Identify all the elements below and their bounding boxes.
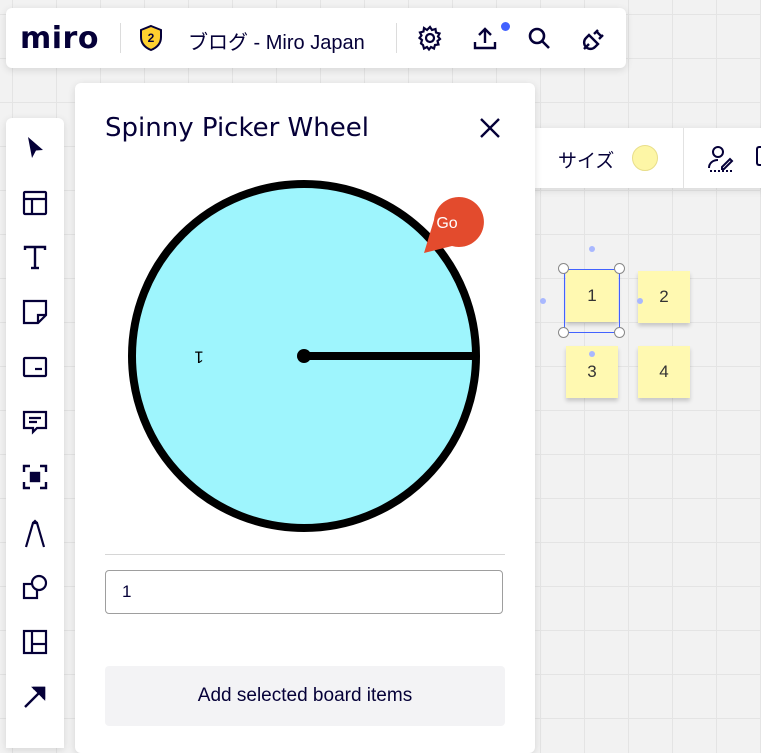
- divider: [396, 23, 397, 53]
- close-icon: [480, 118, 500, 138]
- divider: [120, 23, 121, 53]
- top-bar: miro 2 ブログ - Miro Japan: [6, 8, 626, 68]
- go-button[interactable]: Go: [424, 196, 484, 253]
- resize-handle-bottom-left[interactable]: [558, 327, 569, 338]
- close-button[interactable]: [475, 113, 505, 143]
- shapes-icon[interactable]: [20, 572, 50, 602]
- sticky-note[interactable]: 2: [638, 271, 690, 323]
- picker-panel: Spinny Picker Wheel 1 Go Add selected bo…: [75, 83, 535, 753]
- board-title[interactable]: ブログ - Miro Japan: [188, 26, 365, 55]
- frame-icon[interactable]: [20, 462, 50, 492]
- card-icon[interactable]: [20, 352, 50, 382]
- cursor-icon[interactable]: [20, 133, 50, 163]
- color-swatch[interactable]: [632, 145, 658, 171]
- comment-icon[interactable]: [20, 407, 50, 437]
- resize-handle-top-left[interactable]: [558, 263, 569, 274]
- wheel-hub: [297, 349, 311, 363]
- template-icon[interactable]: [20, 188, 50, 218]
- notification-dot: [501, 22, 510, 31]
- plan-badge-number: 2: [148, 31, 155, 45]
- sticky-text: 3: [587, 362, 597, 381]
- sticky-note[interactable]: 4: [638, 346, 690, 398]
- context-toolbar: サイズ: [530, 128, 761, 188]
- plug-icon[interactable]: [580, 23, 610, 53]
- connector-dot-right[interactable]: [637, 298, 643, 304]
- divider: [683, 128, 684, 188]
- resize-handle-top-right[interactable]: [614, 263, 625, 274]
- sticky-text: 1: [587, 286, 597, 305]
- gear-icon[interactable]: [415, 23, 445, 53]
- sticky-note-icon[interactable]: [20, 297, 50, 327]
- resize-handle-bottom-right[interactable]: [614, 327, 625, 338]
- shield-badge-icon[interactable]: 2: [136, 23, 166, 53]
- item-input[interactable]: [105, 570, 503, 614]
- panel-title: Spinny Picker Wheel: [105, 113, 369, 143]
- connector-dot-bottom[interactable]: [589, 351, 595, 357]
- pen-icon[interactable]: [20, 519, 50, 549]
- sticky-text: 2: [659, 287, 669, 306]
- miro-logo[interactable]: miro: [20, 21, 99, 56]
- sticky-note[interactable]: 1: [566, 270, 618, 322]
- add-selected-items-button[interactable]: Add selected board items: [105, 666, 505, 726]
- arrow-icon[interactable]: [20, 682, 50, 712]
- connector-dot-left[interactable]: [540, 298, 546, 304]
- upload-icon[interactable]: [470, 23, 500, 53]
- sticky-text: 4: [659, 362, 669, 381]
- divider: [105, 554, 505, 555]
- search-icon[interactable]: [524, 23, 554, 53]
- left-toolbar: [6, 118, 64, 748]
- text-icon[interactable]: [20, 242, 50, 272]
- size-label[interactable]: サイズ: [558, 146, 614, 173]
- wheel-segment-label: 1: [194, 348, 203, 367]
- go-label: Go: [436, 215, 457, 232]
- connector-dot-top[interactable]: [589, 246, 595, 252]
- assign-user-icon[interactable]: [706, 143, 736, 178]
- kanban-icon[interactable]: [20, 627, 50, 657]
- more-icon[interactable]: [756, 146, 761, 166]
- picker-wheel[interactable]: 1 Go: [127, 178, 487, 538]
